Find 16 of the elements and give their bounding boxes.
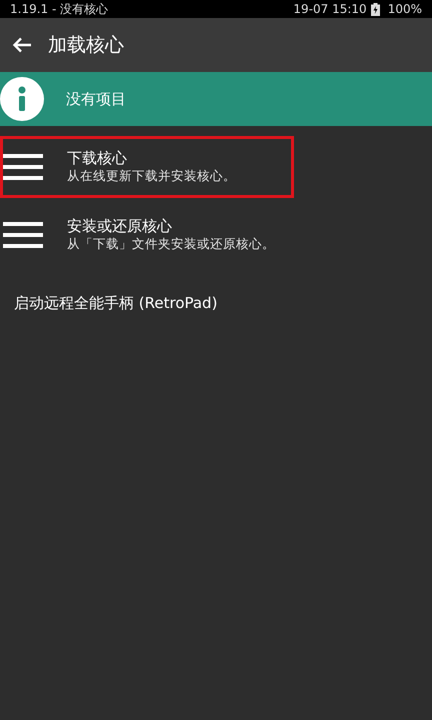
status-time: 19-07 15:10 [293, 1, 367, 18]
menu-icon [3, 222, 43, 248]
menu-row[interactable]: 安装或还原核心 从「下载」文件夹安装或还原核心。 [0, 204, 294, 266]
highlight-frame[interactable]: 下载核心 从在线更新下载并安装核心。 [0, 136, 294, 198]
item-label[interactable]: 启动远程全能手柄 (RetroPad) [0, 272, 432, 314]
item-label[interactable]: 安装或还原核心 [67, 217, 275, 236]
menu-icon [3, 154, 43, 180]
battery-icon [370, 2, 380, 16]
header-title: 加载核心 [48, 32, 124, 58]
battery-level: 100% [388, 1, 422, 18]
status-title: 1.19.1 - 没有核心 [10, 1, 108, 18]
back-icon[interactable] [12, 37, 32, 53]
item-label[interactable]: 下载核心 [67, 149, 236, 168]
notice-text: 没有项目 [66, 88, 126, 110]
item-description: 从在线更新下载并安装核心。 [67, 167, 236, 185]
item-description: 从「下载」文件夹安装或还原核心。 [67, 235, 275, 253]
